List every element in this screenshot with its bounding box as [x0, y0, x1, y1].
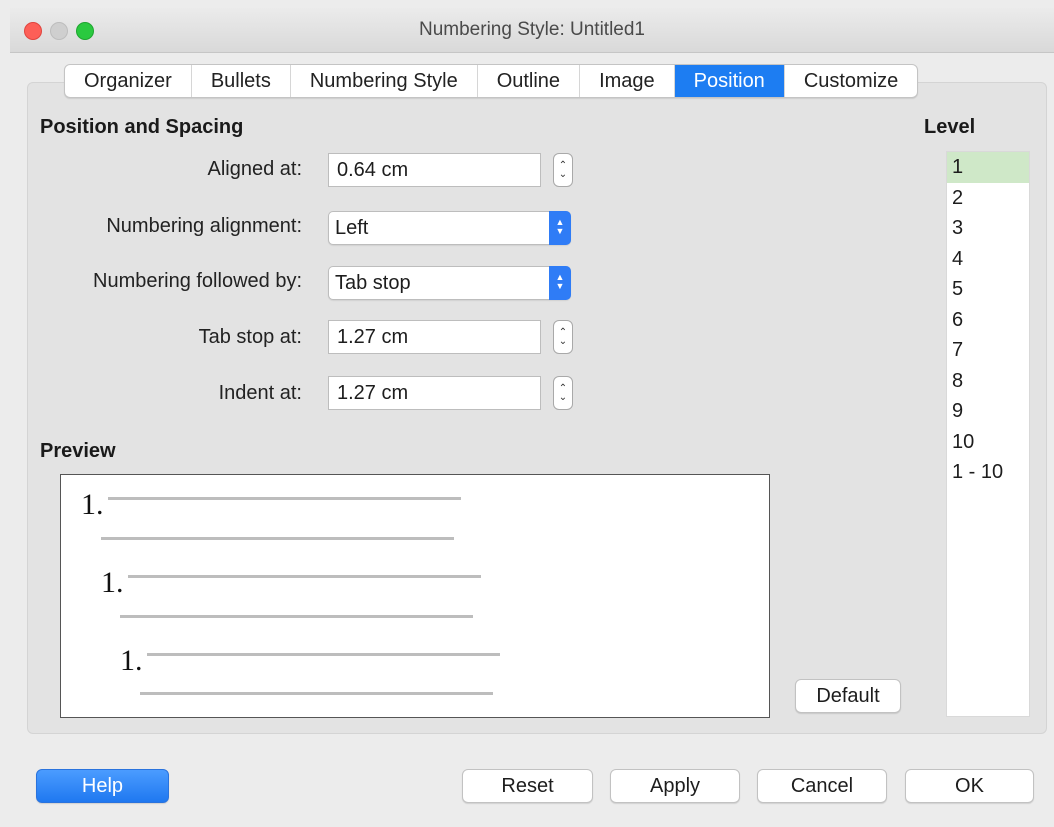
aligned-at-field[interactable]: 0.64 cm — [328, 153, 541, 187]
preview-number-level-1: 1. — [81, 488, 104, 521]
tab-numbering-style[interactable]: Numbering Style — [291, 65, 478, 97]
preview-heading: Preview — [40, 440, 116, 462]
level-item-6[interactable]: 6 — [947, 305, 1029, 336]
aligned-at-stepper[interactable]: ⌃ ⌄ — [553, 153, 573, 187]
preview-line — [140, 692, 493, 695]
preview-line — [101, 537, 454, 540]
indent-at-field[interactable]: 1.27 cm — [328, 376, 541, 410]
level-item-2[interactable]: 2 — [947, 183, 1029, 214]
tab-outline[interactable]: Outline — [478, 65, 581, 97]
preview-line — [108, 497, 461, 500]
level-item-1[interactable]: 1 — [947, 152, 1029, 183]
numbering-preview: 1. 1. 1. — [60, 474, 770, 718]
cancel-button[interactable]: Cancel — [757, 769, 887, 803]
numbering-alignment-label: Numbering alignment: — [106, 215, 302, 237]
tab-position[interactable]: Position — [674, 65, 785, 97]
tab-image[interactable]: Image — [580, 65, 675, 97]
apply-button[interactable]: Apply — [610, 769, 740, 803]
preview-number-level-3: 1. — [120, 644, 143, 677]
numbering-followed-by-value: Tab stop — [335, 272, 411, 294]
tab-bar: Organizer Bullets Numbering Style Outlin… — [64, 64, 919, 98]
help-button[interactable]: Help — [36, 769, 169, 803]
level-list[interactable]: 1 2 3 4 5 6 7 8 9 10 1 - 10 — [946, 151, 1030, 717]
numbering-alignment-value: Left — [335, 217, 369, 239]
default-button[interactable]: Default — [795, 679, 901, 713]
level-item-7[interactable]: 7 — [947, 335, 1029, 366]
level-item-5[interactable]: 5 — [947, 274, 1029, 305]
aligned-at-label: Aligned at: — [207, 158, 302, 180]
preview-number-level-2: 1. — [101, 566, 124, 599]
chevron-up-down-icon: ▲ ▼ — [549, 211, 571, 245]
level-item-9[interactable]: 9 — [947, 396, 1029, 427]
tab-organizer[interactable]: Organizer — [65, 65, 192, 97]
chevron-up-down-icon: ▲ ▼ — [549, 266, 571, 300]
numbering-followed-by-label: Numbering followed by: — [93, 270, 302, 292]
title-bar: Numbering Style: Untitled1 — [10, 8, 1054, 53]
tab-customize[interactable]: Customize — [785, 65, 917, 97]
numbering-alignment-select[interactable]: Left ▲ ▼ — [328, 211, 571, 245]
indent-at-label: Indent at: — [218, 382, 302, 404]
reset-button[interactable]: Reset — [462, 769, 593, 803]
level-item-4[interactable]: 4 — [947, 244, 1029, 275]
position-spacing-heading: Position and Spacing — [40, 116, 244, 138]
window-title: Numbering Style: Untitled1 — [419, 19, 645, 40]
tab-stop-at-stepper[interactable]: ⌃ ⌄ — [553, 320, 573, 354]
level-heading: Level — [924, 116, 976, 138]
ok-button[interactable]: OK — [905, 769, 1034, 803]
level-item-10[interactable]: 10 — [947, 427, 1029, 458]
tab-stop-at-label: Tab stop at: — [198, 326, 302, 348]
indent-at-stepper[interactable]: ⌃ ⌄ — [553, 376, 573, 410]
level-item-3[interactable]: 3 — [947, 213, 1029, 244]
tab-stop-at-field[interactable]: 1.27 cm — [328, 320, 541, 354]
level-item-8[interactable]: 8 — [947, 366, 1029, 397]
preview-line — [120, 615, 473, 618]
numbering-followed-by-select[interactable]: Tab stop ▲ ▼ — [328, 266, 571, 300]
preview-line — [147, 653, 500, 656]
dialog-window: Numbering Style: Untitled1 Organizer Bul… — [0, 0, 1054, 827]
level-item-all[interactable]: 1 - 10 — [947, 457, 1029, 488]
tab-bullets[interactable]: Bullets — [192, 65, 291, 97]
preview-line — [128, 575, 481, 578]
